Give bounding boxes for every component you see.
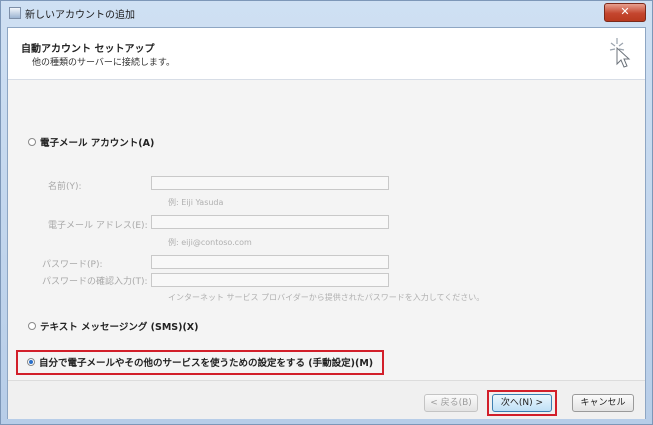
next-button[interactable]: 次へ(N) >: [492, 394, 552, 412]
email-account-label[interactable]: 電子メール アカウント(A): [40, 135, 154, 149]
name-field[interactable]: [151, 176, 389, 190]
password-confirm-field[interactable]: [151, 273, 389, 287]
password-confirm-label: パスワードの確認入力(T):: [42, 277, 148, 287]
name-hint: 例: Eiji Yasuda: [168, 198, 224, 207]
email-hint: 例: eiji@contoso.com: [168, 238, 252, 247]
wizard-footer: < 戻る(B) 次へ(N) > キャンセル: [8, 380, 645, 419]
back-button[interactable]: < 戻る(B): [424, 394, 478, 412]
password-label: パスワード(P):: [42, 260, 103, 270]
password-hint: インターネット サービス プロバイダーから提供されたパスワードを入力してください…: [168, 293, 485, 302]
page-title: 自動アカウント セットアップ: [21, 44, 155, 55]
dialog-window: 新しいアカウントの追加 ✕ 自動アカウント セットアップ 他の種類のサーバーに接…: [0, 0, 653, 425]
name-label: 名前(Y):: [48, 182, 82, 192]
window-title: 新しいアカウントの追加: [25, 10, 135, 21]
title-bar[interactable]: 新しいアカウントの追加 ✕: [1, 1, 652, 25]
dialog-client: 自動アカウント セットアップ 他の種類のサーバーに接続します。 電子メール アカ…: [7, 27, 646, 419]
wizard-header: 自動アカウント セットアップ 他の種類のサーバーに接続します。: [8, 28, 645, 80]
password-field[interactable]: [151, 255, 389, 269]
manual-setup-radio[interactable]: [27, 358, 35, 366]
app-icon: [9, 7, 21, 19]
cursor-sparkle-icon: [609, 38, 631, 68]
page-subtitle: 他の種類のサーバーに接続します。: [32, 58, 176, 68]
email-label: 電子メール アドレス(E):: [48, 221, 148, 231]
wizard-body: 電子メール アカウント(A) 名前(Y): 例: Eiji Yasuda 電子メ…: [8, 80, 645, 380]
sms-label[interactable]: テキスト メッセージング (SMS)(X): [40, 319, 198, 333]
manual-setup-label[interactable]: 自分で電子メールやその他のサービスを使うための設定をする (手動設定)(M): [39, 355, 373, 369]
cancel-button[interactable]: キャンセル: [572, 394, 634, 412]
email-account-radio[interactable]: [28, 138, 36, 146]
sms-radio[interactable]: [28, 322, 36, 330]
close-button[interactable]: ✕: [604, 3, 646, 22]
email-field[interactable]: [151, 215, 389, 229]
